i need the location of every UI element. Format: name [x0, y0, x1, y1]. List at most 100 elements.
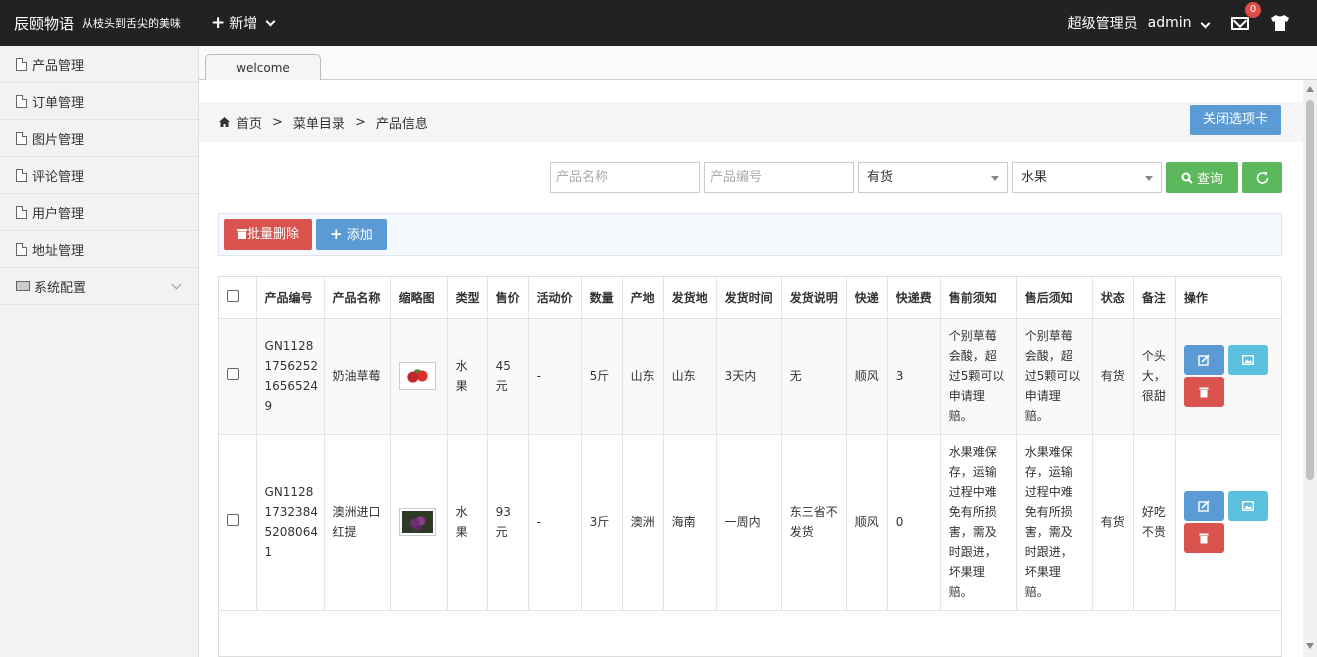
select-all-checkbox[interactable] — [227, 289, 239, 302]
select-all-cell — [219, 277, 257, 319]
row-checkbox[interactable] — [227, 368, 239, 380]
close-tab-button[interactable]: 关闭选项卡 — [1189, 105, 1281, 135]
column-header[interactable]: 类型 — [447, 277, 488, 319]
edit-button[interactable] — [1183, 491, 1224, 521]
row-checkbox[interactable] — [227, 514, 239, 526]
table-header-row: 产品编号 产品名称 缩略图 类型 售价 活动价 数量 产地 发货地 发货时间 发… — [219, 277, 1281, 319]
cell-pre-sale: 个别草莓会酸，超过5颗可以申请理赔。 — [940, 318, 1017, 435]
category-select[interactable]: 水果 — [1012, 162, 1162, 193]
add-product-button[interactable]: + 添加 — [316, 219, 387, 250]
sidebar-item-label: 地址管理 — [32, 243, 85, 259]
cell-pre-sale: 水果难保存，运输过程中难免有所损害，需及时跟进，坏果理赔。 — [940, 434, 1017, 611]
product-thumbnail[interactable] — [398, 362, 436, 390]
image-icon — [1241, 355, 1254, 366]
column-header[interactable]: 产品编号 — [256, 277, 325, 319]
delete-button[interactable] — [1183, 377, 1224, 407]
query-button-label: 查询 — [1196, 172, 1223, 187]
sidebar-item-images[interactable]: 图片管理 — [0, 120, 198, 157]
sidebar-item-orders[interactable]: 订单管理 — [0, 83, 198, 120]
add-menu-label: 新增 — [229, 16, 258, 32]
cell-after-sale: 个别草莓会酸，超过5颗可以申请理赔。 — [1016, 318, 1093, 435]
scroll-up-arrow-icon[interactable] — [1306, 86, 1314, 92]
column-header[interactable]: 售价 — [487, 277, 529, 319]
delete-button[interactable] — [1183, 523, 1224, 553]
image-button[interactable] — [1227, 345, 1268, 375]
cell-remark: 好吃不贵 — [1133, 434, 1176, 611]
edit-button[interactable] — [1183, 345, 1224, 375]
vertical-scrollbar[interactable] — [1303, 80, 1317, 657]
sidebar-item-system[interactable]: 系统配置 — [0, 268, 198, 305]
product-thumbnail[interactable] — [398, 508, 436, 536]
column-header[interactable]: 状态 — [1092, 277, 1134, 319]
plus-icon: + — [211, 13, 226, 33]
cell-promo: - — [528, 318, 582, 435]
sidebar: 产品管理 订单管理 图片管理 评论管理 用户管理 地址管理 系统配置 — [0, 46, 199, 657]
theme-shirt-icon[interactable] — [1271, 15, 1289, 31]
column-header[interactable]: 备注 — [1133, 277, 1176, 319]
breadcrumb-menu[interactable]: 菜单目录 — [293, 113, 345, 132]
cell-status: 有货 — [1092, 318, 1134, 435]
table-row: GN1128 1756252 1656524 9 奶油草莓 水果 45 元 - … — [219, 318, 1281, 435]
user-menu-button[interactable]: admin — [1148, 15, 1211, 31]
image-icon — [1241, 501, 1254, 512]
trash-icon — [237, 229, 247, 239]
column-header[interactable]: 快递费 — [887, 277, 941, 319]
chevron-down-icon — [265, 16, 276, 26]
column-header[interactable]: 发货说明 — [781, 277, 847, 319]
scrollbar-thumb[interactable] — [1306, 100, 1314, 480]
batch-delete-button[interactable]: 批量删除 — [224, 219, 313, 250]
sidebar-item-products[interactable]: 产品管理 — [0, 46, 198, 83]
sidebar-item-users[interactable]: 用户管理 — [0, 194, 198, 231]
product-name-input[interactable]: 产品名称 — [550, 162, 700, 193]
cell-courier: 顺风 — [846, 318, 888, 435]
column-header[interactable]: 发货地 — [663, 277, 717, 319]
breadcrumb-home[interactable]: 首页 — [236, 113, 262, 132]
document-icon — [16, 242, 27, 256]
search-icon — [1181, 172, 1193, 184]
add-menu-button[interactable]: + 新增 — [211, 13, 276, 33]
cell-ship-from: 山东 — [663, 318, 717, 435]
trash-icon — [1199, 387, 1209, 398]
sidebar-item-comments[interactable]: 评论管理 — [0, 157, 198, 194]
column-header: 操作 — [1175, 277, 1281, 319]
column-header[interactable]: 产品名称 — [324, 277, 391, 319]
refresh-button[interactable] — [1242, 162, 1282, 193]
plus-icon: + — [330, 225, 343, 243]
sidebar-item-addresses[interactable]: 地址管理 — [0, 231, 198, 268]
column-header[interactable]: 活动价 — [528, 277, 582, 319]
column-header[interactable]: 产地 — [622, 277, 664, 319]
document-icon — [16, 94, 27, 108]
edit-icon — [1198, 500, 1210, 512]
add-product-label: 添加 — [346, 228, 373, 243]
cell-type: 水果 — [447, 318, 488, 435]
mail-icon[interactable]: 0 — [1231, 1, 1261, 30]
breadcrumb: 首页 > 菜单目录 > 产品信息 关闭选项卡 — [199, 102, 1303, 142]
cell-ship-note: 无 — [781, 318, 847, 435]
column-header[interactable]: 缩略图 — [390, 277, 448, 319]
cell-ship-note: 东三省不发货 — [781, 434, 847, 611]
chevron-down-icon — [171, 279, 182, 289]
column-header[interactable]: 快递 — [846, 277, 888, 319]
query-button[interactable]: 查询 — [1166, 162, 1238, 193]
row-select-cell — [219, 318, 257, 435]
cell-name: 澳洲进口红提 — [324, 434, 391, 611]
sidebar-item-label: 评论管理 — [32, 169, 85, 185]
column-header[interactable]: 发货时间 — [716, 277, 782, 319]
breadcrumb-separator: > — [354, 114, 366, 130]
cell-status: 有货 — [1092, 434, 1134, 611]
column-header[interactable]: 售前须知 — [940, 277, 1017, 319]
brand-slogan: 从枝头到舌尖的美味 — [82, 17, 182, 30]
tab-bar: welcome — [199, 46, 1317, 81]
sidebar-item-label: 订单管理 — [32, 95, 85, 111]
column-header[interactable]: 售后须知 — [1016, 277, 1093, 319]
cell-after-sale: 水果难保存，运输过程中难免有所损害，需及时跟进，坏果理赔。 — [1016, 434, 1093, 611]
product-code-input[interactable]: 产品编号 — [704, 162, 854, 193]
scroll-down-arrow-icon[interactable] — [1306, 643, 1314, 649]
user-role: 超级管理员 — [1067, 16, 1138, 32]
brand-title[interactable]: 辰颐物语 — [14, 13, 74, 34]
column-header[interactable]: 数量 — [581, 277, 623, 319]
stock-status-select[interactable]: 有货 — [858, 162, 1008, 193]
image-button[interactable] — [1227, 491, 1268, 521]
search-bar: 产品名称 产品编号 有货 水果 查询 — [550, 162, 1282, 193]
tab-welcome[interactable]: welcome — [205, 54, 321, 81]
